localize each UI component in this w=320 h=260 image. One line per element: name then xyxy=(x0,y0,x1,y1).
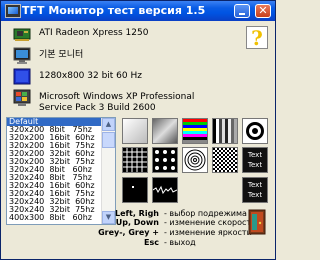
test-text-1[interactable]: Text Text xyxy=(242,147,268,173)
key-help-row: Esc - выход xyxy=(119,238,279,248)
app-window: TFT Монитор тест версия 1.5 ✕ ATI Radeon… xyxy=(0,0,276,260)
test-white-gradient[interactable] xyxy=(122,118,148,144)
mode-list-scrollbar[interactable]: ▲ ▼ xyxy=(101,118,115,224)
os-text: Microsoft Windows XP Professional Servic… xyxy=(39,92,195,113)
test-circles[interactable] xyxy=(242,118,268,144)
display-mode-icon xyxy=(13,68,31,85)
test-concentric[interactable] xyxy=(182,147,208,173)
key-help-label: Up, Down xyxy=(115,218,159,227)
test-text-2[interactable]: Text Text xyxy=(242,177,268,203)
windows-os-icon xyxy=(13,89,31,106)
key-help-label: Grey-, Grey + xyxy=(98,228,159,237)
minimize-button[interactable] xyxy=(234,4,250,18)
help-button[interactable]: ? xyxy=(246,26,268,49)
scroll-up-button[interactable]: ▲ xyxy=(102,118,115,131)
test-black-dot[interactable] xyxy=(122,177,148,203)
title-bar[interactable]: TFT Монитор тест версия 1.5 ✕ xyxy=(1,1,275,21)
test-checkerboard[interactable] xyxy=(212,147,238,173)
video-card-icon xyxy=(13,28,31,41)
test-noise[interactable] xyxy=(152,177,178,203)
mode-list[interactable]: Default 320x200 8bit 75hz 320x200 16bit 60… xyxy=(6,117,116,225)
key-help-desc: - изменение скорости xyxy=(164,218,257,227)
video-card-text: ATI Radeon Xpress 1250 xyxy=(39,28,149,38)
monitor-text: 기본 모니터 xyxy=(39,50,84,60)
test-gray-gradient[interactable] xyxy=(152,118,178,144)
scroll-down-button[interactable]: ▼ xyxy=(102,211,115,224)
app-monitor-icon xyxy=(5,4,21,18)
test-dots[interactable] xyxy=(152,147,178,173)
key-help-label: Esc xyxy=(144,238,159,247)
window-title: TFT Монитор тест версия 1.5 xyxy=(22,4,206,17)
mode-list-item[interactable]: 400x300 8bit 60hz xyxy=(7,214,115,222)
test-grid[interactable] xyxy=(122,147,148,173)
test-color-bars[interactable] xyxy=(182,118,208,144)
exit-door-icon[interactable] xyxy=(247,209,267,235)
scroll-thumb[interactable] xyxy=(102,132,115,148)
monitor-icon xyxy=(13,47,31,64)
key-help-desc: - изменение яркости xyxy=(164,228,252,237)
close-button[interactable]: ✕ xyxy=(255,4,271,18)
key-help-desc: - выход xyxy=(164,238,196,247)
display-mode-text: 1280x800 32 bit 60 Hz xyxy=(39,71,142,81)
test-gray-stripes[interactable] xyxy=(212,118,238,144)
